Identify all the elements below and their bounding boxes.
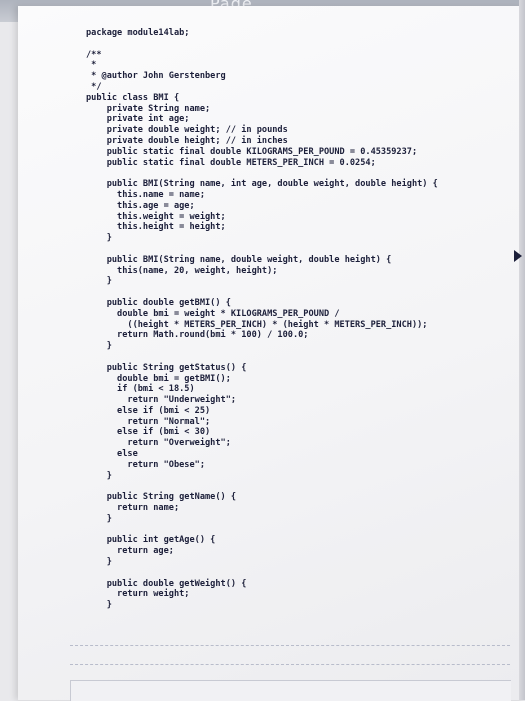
page-edge <box>519 0 525 700</box>
code-line: public double getBMI() { <box>86 297 231 308</box>
code-line: } <box>86 470 112 481</box>
code-line: public String getName() { <box>86 492 237 503</box>
code-line: } <box>86 233 112 244</box>
code-line: double bmi = getBMI(); <box>86 373 231 384</box>
code-line: private String name; <box>86 103 211 114</box>
code-line: public static final double KILOGRAMS_PER… <box>86 146 418 157</box>
code-line: public static final double METERS_PER_IN… <box>86 157 376 168</box>
dashed-divider <box>70 645 510 646</box>
code-line: } <box>86 513 112 524</box>
code-line: return "Underweight"; <box>86 395 237 406</box>
code-line: else if (bmi < 25) <box>86 405 211 416</box>
code-line: * @author John Gerstenberg <box>86 71 226 82</box>
code-line: else if (bmi < 30) <box>86 427 211 438</box>
code-line: private double height; // in inches <box>86 135 288 146</box>
code-line: private int age; <box>86 114 190 125</box>
code-line: return "Obese"; <box>86 459 205 470</box>
code-line: this(name, 20, weight, height); <box>86 265 278 276</box>
code-line: else <box>86 449 138 460</box>
code-line: package module14lab; <box>86 28 190 38</box>
code-line: * <box>86 60 97 71</box>
cursor-arrow-icon <box>514 250 522 262</box>
code-line: return Math.round(bmi * 100) / 100.0; <box>86 330 309 341</box>
dashed-divider <box>70 664 510 665</box>
code-line: } <box>86 600 112 611</box>
code-line: return "Normal"; <box>86 416 211 427</box>
code-line: public int getAge() { <box>86 535 216 546</box>
code-line: return age; <box>86 546 174 557</box>
code-line: } <box>86 276 112 287</box>
code-line: public class BMI { <box>86 92 180 103</box>
bottom-panel <box>70 680 511 701</box>
code-line: this.name = name; <box>86 189 205 200</box>
code-line: public double getWeight() { <box>86 578 247 589</box>
code-line: } <box>86 341 112 352</box>
code-line: */ <box>86 81 102 92</box>
code-line: ((height * METERS_PER_INCH) * (height * … <box>86 319 428 330</box>
code-line: return weight; <box>86 589 190 600</box>
code-line: public BMI(String name, double weight, d… <box>86 254 392 265</box>
java-source-code: package module14lab; /** * * @author John… <box>86 28 438 611</box>
code-line: /** <box>86 49 102 60</box>
code-line: return name; <box>86 503 180 514</box>
code-line: return "Overweight"; <box>86 438 231 449</box>
code-line: this.weight = weight; <box>86 211 226 222</box>
code-line: if (bmi < 18.5) <box>86 384 195 395</box>
code-line: double bmi = weight * KILOGRAMS_PER_POUN… <box>86 308 340 319</box>
code-line: } <box>86 557 112 568</box>
code-line: private double weight; // in pounds <box>86 125 288 136</box>
code-line: this.age = age; <box>86 200 195 211</box>
code-line: public BMI(String name, int age, double … <box>86 179 438 190</box>
code-line: public String getStatus() { <box>86 362 247 373</box>
code-line: this.height = height; <box>86 222 226 233</box>
